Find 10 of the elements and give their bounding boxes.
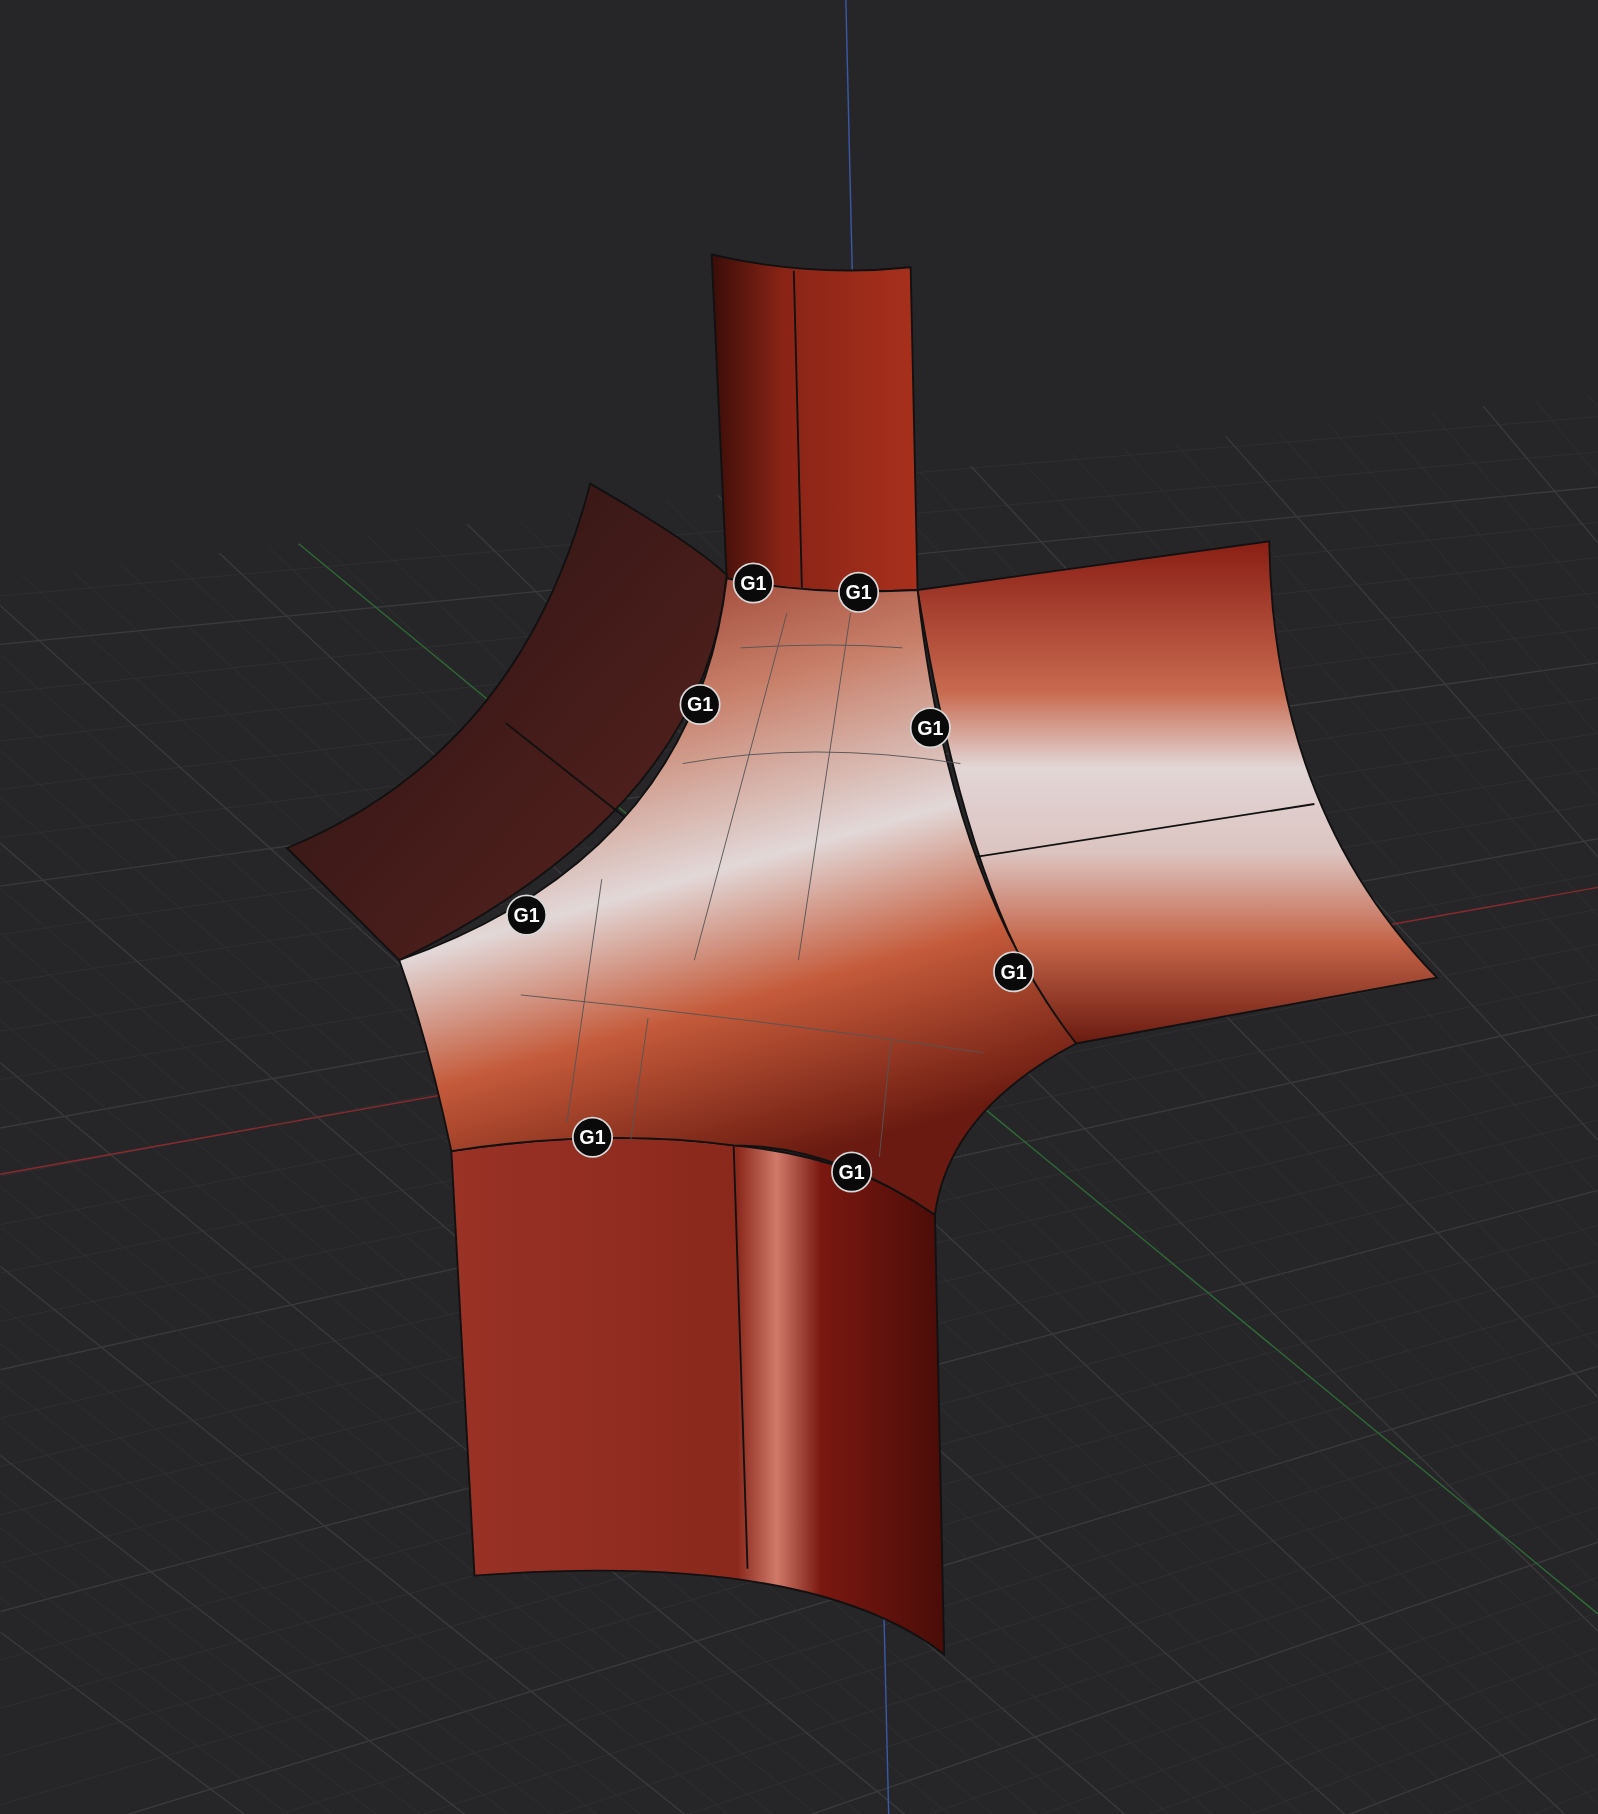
continuity-badge: G1 [993,951,1035,993]
continuity-badge: G1 [732,562,774,604]
continuity-badge: G1 [506,894,548,936]
surface-model-drawing[interactable] [286,253,1438,1656]
continuity-badge: G1 [831,1151,873,1193]
continuity-badge: G1 [571,1116,614,1158]
continuity-badge: G1 [838,571,880,613]
3d-viewport[interactable]: G1 G1 G1 G1 G1 G1 G1 G1 [0,0,1598,1814]
continuity-badge: G1 [909,707,951,749]
continuity-badge: G1 [679,684,721,726]
